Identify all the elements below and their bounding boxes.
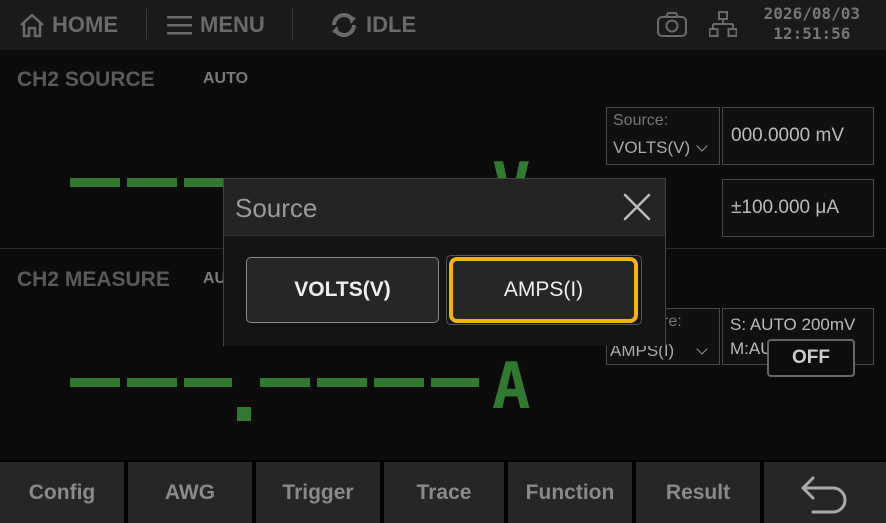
refresh-icon	[332, 13, 356, 37]
tab-trigger[interactable]: Trigger	[256, 462, 380, 523]
source-digit	[184, 178, 224, 187]
amps-option-button[interactable]: AMPS(I)	[449, 257, 638, 323]
source-digit	[127, 178, 177, 187]
tab-function[interactable]: Function	[508, 462, 632, 523]
bottom-tab-bar: Config AWG Trigger Trace Function Result	[0, 460, 886, 523]
home-label: HOME	[52, 12, 118, 37]
source-type-value: VOLTS(V)	[613, 138, 708, 158]
measure-digit	[317, 378, 367, 387]
network-icon[interactable]	[709, 10, 737, 40]
time-text: 12:51:56	[773, 24, 851, 43]
status-label: IDLE	[366, 12, 417, 37]
chevron-down-icon	[696, 343, 708, 355]
dialog-title: Source	[235, 193, 318, 223]
source-level-field[interactable]: 000.0000 mV	[722, 107, 874, 165]
dialog-header: Source	[224, 179, 665, 236]
volts-option-button[interactable]: VOLTS(V)	[246, 257, 439, 323]
top-separator	[292, 9, 293, 39]
source-dialog: Source VOLTS(V) AMPS(I)	[223, 178, 666, 346]
chevron-down-icon	[696, 140, 708, 152]
source-mode-label: AUTO	[203, 70, 249, 87]
back-button[interactable]	[764, 462, 886, 523]
menu-label: MENU	[200, 12, 265, 37]
source-type-select[interactable]: Source: VOLTS(V)	[606, 107, 720, 165]
back-arrow-icon	[801, 476, 847, 513]
source-section-title: CH2 SOURCE	[17, 68, 155, 91]
close-icon[interactable]	[621, 191, 653, 223]
tab-config[interactable]: Config	[0, 462, 124, 523]
tab-awg[interactable]: AWG	[128, 462, 252, 523]
tab-result[interactable]: Result	[636, 462, 760, 523]
measure-digit	[70, 378, 120, 387]
decimal-point	[237, 407, 251, 421]
tab-trace[interactable]: Trace	[384, 462, 504, 523]
measure-unit: A	[492, 350, 531, 424]
output-toggle-button[interactable]: OFF	[767, 339, 855, 377]
measure-digit	[184, 378, 232, 387]
measure-digit	[374, 378, 424, 387]
date-text: 2026/08/03	[763, 4, 860, 23]
source-digit	[70, 178, 120, 187]
source-limit-field[interactable]: ±100.000 μA	[722, 179, 874, 237]
measure-digit	[260, 378, 310, 387]
home-icon	[20, 13, 44, 38]
measure-section-title: CH2 MEASURE	[17, 268, 170, 291]
menu-button[interactable]: MENU	[166, 0, 265, 50]
home-button[interactable]: HOME	[18, 0, 118, 50]
datetime-display: 2026/08/03 12:51:56	[764, 4, 860, 44]
source-unit: V	[492, 150, 531, 180]
top-separator	[146, 9, 147, 39]
measure-digit	[431, 378, 479, 387]
top-bar: HOME MENU IDLE 2026/08/03 12:51:56	[0, 0, 886, 50]
status-indicator: IDLE	[328, 0, 416, 50]
camera-icon[interactable]	[656, 10, 688, 38]
source-range-text: S: AUTO 200mV	[730, 315, 856, 334]
hamburger-icon	[167, 16, 192, 35]
dialog-body: VOLTS(V) AMPS(I)	[224, 236, 665, 346]
measure-digit	[127, 378, 177, 387]
source-type-label: Source:	[613, 112, 669, 129]
